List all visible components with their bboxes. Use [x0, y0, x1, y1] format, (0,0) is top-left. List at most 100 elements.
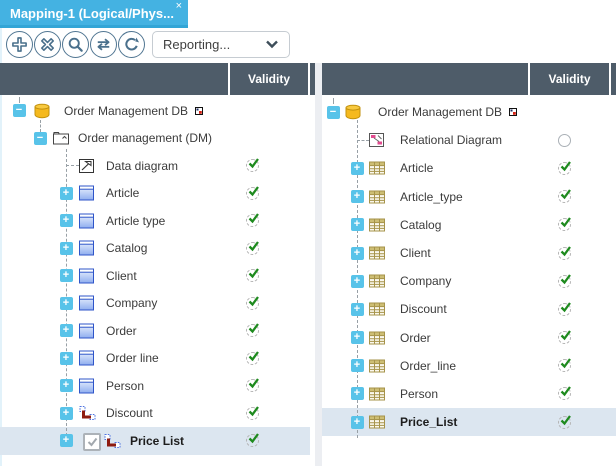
expand-plus-icon[interactable]: +: [351, 247, 364, 260]
tree-row[interactable]: −Order Management DB: [322, 98, 616, 126]
tree-item-label: Order: [400, 331, 431, 345]
tree-row[interactable]: + Order_line: [322, 352, 616, 380]
collapse-minus-icon[interactable]: −: [13, 104, 26, 117]
valid-check-icon: [558, 331, 571, 344]
table-icon: [369, 303, 385, 316]
expand-plus-icon[interactable]: +: [351, 331, 364, 344]
expand-plus-icon[interactable]: +: [60, 434, 73, 447]
tree-item-label: Client: [400, 246, 431, 260]
expand-plus-icon[interactable]: +: [351, 359, 364, 372]
table-icon: [369, 387, 385, 400]
dropdown-value: Reporting...: [163, 37, 230, 52]
valid-check-icon: [246, 324, 259, 337]
tree-row[interactable]: +Catalog: [0, 235, 310, 263]
tree-item-label: Order: [106, 324, 137, 338]
tree-guide-line: [333, 98, 334, 104]
expand-plus-icon[interactable]: +: [351, 275, 364, 288]
collapse-minus-icon[interactable]: −: [327, 106, 340, 119]
tree-row[interactable]: +Person: [322, 380, 616, 408]
sync-arrows-icon: [95, 36, 112, 53]
table-icon: [369, 331, 385, 344]
tree-row[interactable]: + Price_List: [322, 408, 616, 436]
valid-check-icon: [246, 187, 259, 200]
right-validity-header: Validity: [530, 63, 609, 95]
magnifier-icon: [67, 36, 84, 53]
tree-item-label: Price_List: [400, 415, 457, 429]
mapping-checkbox[interactable]: [83, 433, 101, 451]
tree-item-label: Article: [400, 161, 433, 175]
tree-item-label: Order_line: [400, 359, 456, 373]
tree-row[interactable]: + Company: [322, 267, 616, 295]
table-icon: [369, 359, 385, 372]
valid-check-icon: [246, 434, 259, 447]
refresh-button[interactable]: [118, 31, 145, 58]
tree-row[interactable]: + Client: [322, 239, 616, 267]
tree-row[interactable]: + Discount: [0, 400, 310, 428]
data-diagram-icon: [79, 159, 94, 173]
valid-check-icon: [558, 190, 571, 203]
close-icon[interactable]: ×: [176, 1, 182, 12]
expand-plus-icon[interactable]: +: [60, 242, 73, 255]
panel-splitter[interactable]: [315, 63, 322, 466]
tree-guide-line: [357, 140, 369, 141]
tree-row[interactable]: + Discount: [322, 295, 616, 323]
tree-guide-line: [19, 97, 20, 103]
swap-button[interactable]: [90, 31, 117, 58]
tree-row[interactable]: Data diagram: [0, 152, 310, 180]
tree-item-label: Client: [106, 269, 137, 283]
tree-item-label: Person: [106, 379, 144, 393]
delete-button[interactable]: [34, 31, 61, 58]
tree-row[interactable]: + Article: [0, 180, 310, 208]
tree-row[interactable]: + Person: [0, 372, 310, 400]
tab-mapping-1[interactable]: Mapping-1 (Logical/Phys... ×: [0, 0, 188, 28]
expand-plus-icon[interactable]: +: [60, 214, 73, 227]
tree-item-label: Order Management DB: [64, 104, 188, 118]
tree-item-label: Catalog: [400, 218, 441, 232]
expand-plus-icon[interactable]: +: [60, 324, 73, 337]
expand-plus-icon[interactable]: +: [60, 352, 73, 365]
refresh-arrow-icon: [123, 36, 140, 53]
expand-plus-icon[interactable]: +: [60, 269, 73, 282]
tree-item-label: Discount: [400, 302, 447, 316]
valid-check-icon: [558, 275, 571, 288]
expand-plus-icon[interactable]: +: [60, 297, 73, 310]
tree-row[interactable]: + Catalog: [322, 211, 616, 239]
expand-plus-icon[interactable]: +: [351, 162, 364, 175]
tree-row[interactable]: + Article: [322, 154, 616, 182]
valid-check-icon: [558, 359, 571, 372]
tree-row[interactable]: + Order: [322, 324, 616, 352]
expand-plus-icon[interactable]: +: [60, 379, 73, 392]
tree-row[interactable]: + Order: [0, 317, 310, 345]
valid-check-icon: [246, 214, 259, 227]
expand-plus-icon[interactable]: +: [351, 416, 364, 429]
expand-plus-icon[interactable]: +: [351, 303, 364, 316]
tree-row[interactable]: +Price List: [0, 427, 310, 455]
report-dropdown[interactable]: Reporting...: [152, 31, 290, 58]
model-icon: [53, 132, 69, 145]
tree-item-label: Company: [106, 296, 157, 310]
tree-row[interactable]: + Article_type: [322, 183, 616, 211]
tree-item-label: Article_type: [400, 190, 463, 204]
tree-row[interactable]: −Order management (DM): [0, 125, 310, 153]
expand-plus-icon[interactable]: +: [351, 387, 364, 400]
tree-row[interactable]: + Company: [0, 290, 310, 318]
tree-row[interactable]: − Order Management DB: [0, 97, 310, 125]
table-icon: [369, 162, 385, 175]
tree-item-label: Article: [106, 186, 139, 200]
expand-plus-icon[interactable]: +: [60, 407, 73, 420]
expand-plus-icon[interactable]: +: [351, 218, 364, 231]
collapse-minus-icon[interactable]: −: [34, 132, 47, 145]
add-button[interactable]: [6, 31, 33, 58]
expand-plus-icon[interactable]: +: [351, 190, 364, 203]
expand-plus-icon[interactable]: +: [60, 187, 73, 200]
tree-item-label: Company: [400, 274, 451, 288]
right-header-sliver: [611, 63, 616, 95]
entity-icon: [79, 213, 94, 228]
tree-item-label: Discount: [106, 406, 153, 420]
find-button[interactable]: [62, 31, 89, 58]
valid-check-icon: [246, 407, 259, 420]
tree-row[interactable]: + Client: [0, 262, 310, 290]
left-validity-header: Validity: [230, 63, 308, 95]
tree-row[interactable]: +Order line: [0, 345, 310, 373]
tree-row[interactable]: +Article type: [0, 207, 310, 235]
